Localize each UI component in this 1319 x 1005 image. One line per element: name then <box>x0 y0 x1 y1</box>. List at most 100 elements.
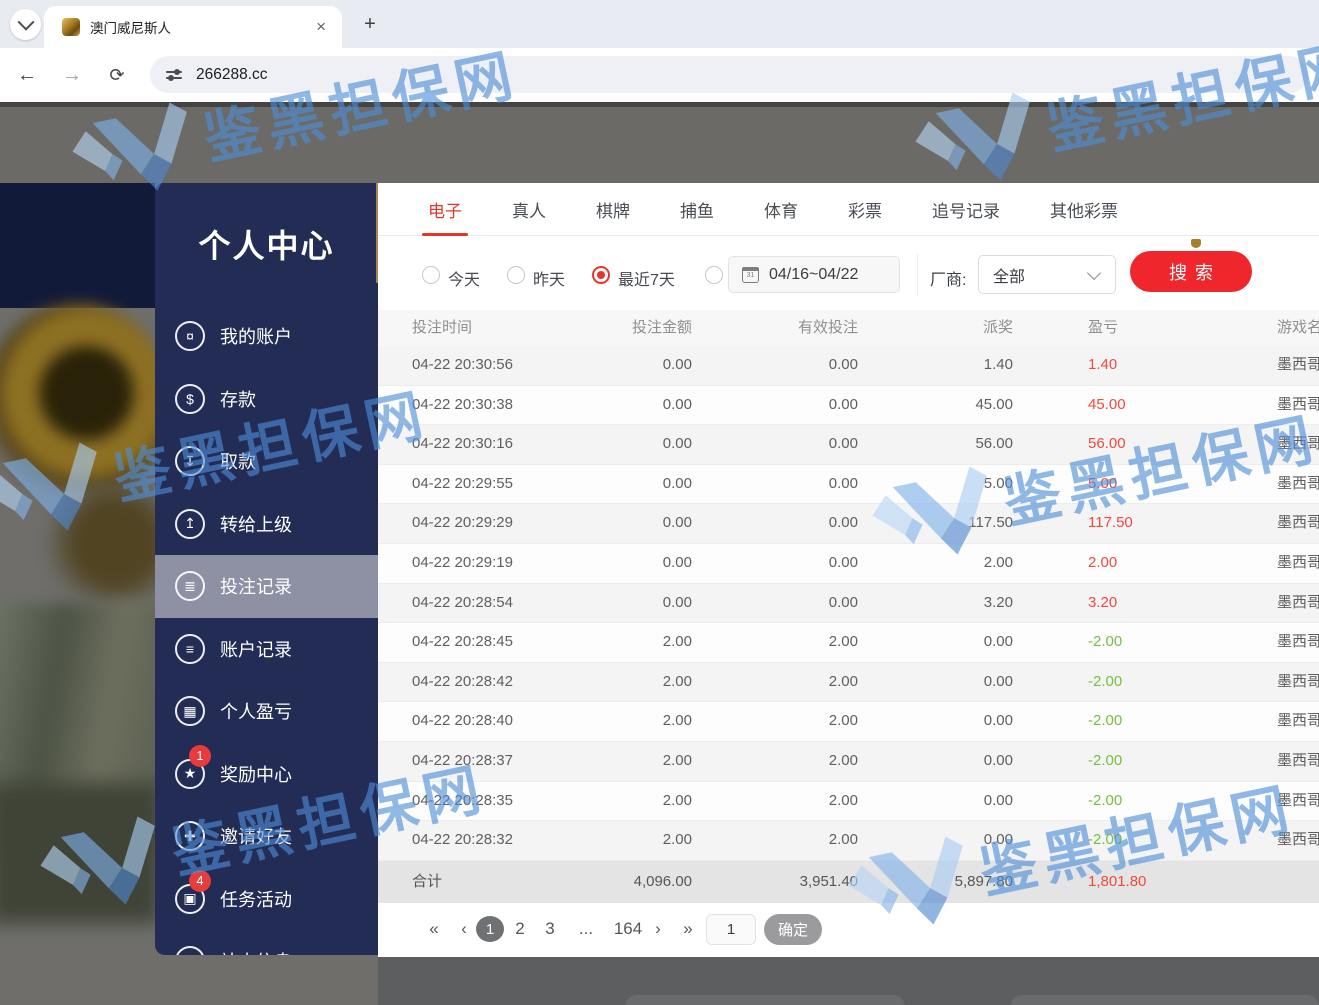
cell-valid-bet: 2.00 <box>698 702 858 741</box>
first-page-button[interactable]: « <box>422 913 446 945</box>
new-tab-button[interactable]: + <box>356 10 384 38</box>
browser-tab-strip: 澳门威尼斯人 × + <box>0 0 1319 48</box>
sidebar-item-rewards-center[interactable]: ★奖励中心1 <box>155 743 378 806</box>
cell-valid-bet: 2.00 <box>698 782 858 821</box>
sidebar-item-bet-records[interactable]: ≣投注记录 <box>155 555 378 618</box>
search-button[interactable]: 搜索 <box>1130 251 1252 292</box>
cell-game-name: 墨西哥 <box>1277 782 1319 821</box>
date-range-picker[interactable]: 31 04/16~04/22 <box>728 256 900 293</box>
url-bar[interactable]: 266288.cc <box>150 56 1308 93</box>
notification-badge: 1 <box>189 745 211 767</box>
cell-bet-amount: 2.00 <box>528 782 692 821</box>
radio-yesterday[interactable] <box>507 266 525 284</box>
radio-label-yesterday: 昨天 <box>533 266 565 290</box>
cell-payout: 0.00 <box>856 663 1013 702</box>
url-text: 266288.cc <box>196 66 268 84</box>
chevron-down-icon <box>1087 265 1101 279</box>
cell-bet-amount: 0.00 <box>528 386 692 425</box>
cell-game-name: 墨西哥 <box>1277 504 1319 543</box>
cell-payout: 56.00 <box>856 425 1013 464</box>
cell-game-name: 墨西哥 <box>1277 663 1319 702</box>
filter-divider <box>917 254 918 296</box>
last-page-button[interactable]: » <box>676 913 700 945</box>
money-image <box>0 783 160 923</box>
cell-payout: 2.00 <box>856 544 1013 583</box>
back-icon[interactable]: ← <box>14 62 40 88</box>
browser-tab[interactable]: 澳门威尼斯人 × <box>44 6 342 48</box>
radio-today[interactable] <box>422 266 440 284</box>
date-range-value: 04/16~04/22 <box>769 266 858 284</box>
tab-chase-records[interactable]: 追号记录 <box>932 183 1000 236</box>
cell-valid-bet: 0.00 <box>698 465 858 504</box>
cell-game-name: 墨西哥 <box>1277 702 1319 741</box>
sidebar-item-withdraw[interactable]: ↧取款 <box>155 430 378 493</box>
tab-other-lottery[interactable]: 其他彩票 <box>1050 183 1118 236</box>
tab-fishing[interactable]: 捕鱼 <box>680 183 714 236</box>
cell-game-name: 墨西哥 <box>1277 584 1319 623</box>
sidebar-item-label: 任务活动 <box>220 886 292 912</box>
prev-page-button[interactable]: ‹ <box>452 913 476 945</box>
table-total-row: 合计 4,096.00 3,951.40 5,897.80 1,801.80 <box>378 861 1319 903</box>
radio-custom-range[interactable] <box>705 266 723 284</box>
col-header-game-name: 游戏名 <box>1277 310 1319 346</box>
cell-payout: 117.50 <box>856 504 1013 543</box>
table-row: 04-22 20:29:190.000.002.002.00墨西哥 <box>378 544 1319 584</box>
sidebar-item-my-account[interactable]: ¤我的账户 <box>155 305 378 368</box>
page-jump-input[interactable]: 1 <box>706 914 756 945</box>
sidebar-item-account-records[interactable]: ≡账户记录 <box>155 618 378 681</box>
cell-valid-bet: 0.00 <box>698 584 858 623</box>
cell-bet-amount: 2.00 <box>528 663 692 702</box>
next-page-button[interactable]: › <box>646 913 670 945</box>
cell-pnl: -2.00 <box>1088 623 1218 662</box>
tab-live[interactable]: 真人 <box>512 183 546 236</box>
sidebar-item-transfer-upline[interactable]: ↥转给上级 <box>155 493 378 556</box>
tab-sports[interactable]: 体育 <box>764 183 798 236</box>
sidebar-item-label: 账户记录 <box>220 636 292 662</box>
col-header-pnl: 盈亏 <box>1088 310 1218 346</box>
cell-bet-amount: 2.00 <box>528 742 692 781</box>
page-3[interactable]: 3 <box>536 913 564 945</box>
tune-icon[interactable] <box>166 67 182 83</box>
cell-bet-amount: 2.00 <box>528 821 692 860</box>
transfer-upline-icon: ↥ <box>175 509 205 539</box>
cell-game-name: 墨西哥 <box>1277 623 1319 662</box>
table-row: 04-22 20:28:352.002.000.00-2.00墨西哥 <box>378 782 1319 822</box>
cell-pnl: -2.00 <box>1088 782 1218 821</box>
cell-payout: 0.00 <box>856 702 1013 741</box>
cell-game-name: 墨西哥 <box>1277 465 1319 504</box>
page-2[interactable]: 2 <box>506 913 534 945</box>
cell-bet-amount: 2.00 <box>528 702 692 741</box>
sidebar-item-label: 邀请好友 <box>220 823 292 849</box>
tab-electronic[interactable]: 电子 <box>428 183 462 236</box>
page-1[interactable]: 1 <box>476 916 504 942</box>
site-messages-icon: @ <box>175 946 205 955</box>
sidebar-item-site-messages[interactable]: @ 站内信息 <box>155 930 378 955</box>
forward-icon[interactable]: → <box>59 62 85 88</box>
sidebar-item-invite-friends[interactable]: ✚邀请好友 <box>155 805 378 868</box>
sidebar-item-label: 站内信息 <box>220 948 292 955</box>
sidebar-item-personal-pnl[interactable]: ▦个人盈亏 <box>155 680 378 743</box>
cell-pnl: -2.00 <box>1088 663 1218 702</box>
reload-icon[interactable]: ⟳ <box>104 62 130 88</box>
tab-search-button[interactable] <box>10 9 41 40</box>
tab-chess[interactable]: 棋牌 <box>596 183 630 236</box>
sidebar-item-tasks-activities[interactable]: ▣任务活动4 <box>155 868 378 931</box>
cell-game-name: 墨西哥 <box>1277 386 1319 425</box>
tab-lottery[interactable]: 彩票 <box>848 183 882 236</box>
vendor-select[interactable]: 全部 <box>978 255 1116 294</box>
confirm-button[interactable]: 确定 <box>764 914 822 945</box>
tab-favicon <box>62 18 80 36</box>
radio-label-last-7-days: 最近7天 <box>618 266 675 290</box>
page-164[interactable]: 164 <box>608 913 648 945</box>
cell-game-name: 墨西哥 <box>1277 742 1319 781</box>
cell-game-name: 墨西哥 <box>1277 821 1319 860</box>
radio-last-7-days[interactable] <box>592 266 610 284</box>
cell-valid-bet: 0.00 <box>698 544 858 583</box>
sidebar-item-deposit[interactable]: $存款 <box>155 368 378 431</box>
cell-valid-bet: 2.00 <box>698 742 858 781</box>
tab-close-icon[interactable]: × <box>310 17 332 37</box>
cell-payout: 0.00 <box>856 623 1013 662</box>
site-header: 2024/04/22 21:14:19 星期一 充值 教导中心 邀请返佣 充值 <box>0 107 1319 183</box>
page-...[interactable]: ... <box>566 913 606 945</box>
cell-bet-amount: 2.00 <box>528 623 692 662</box>
